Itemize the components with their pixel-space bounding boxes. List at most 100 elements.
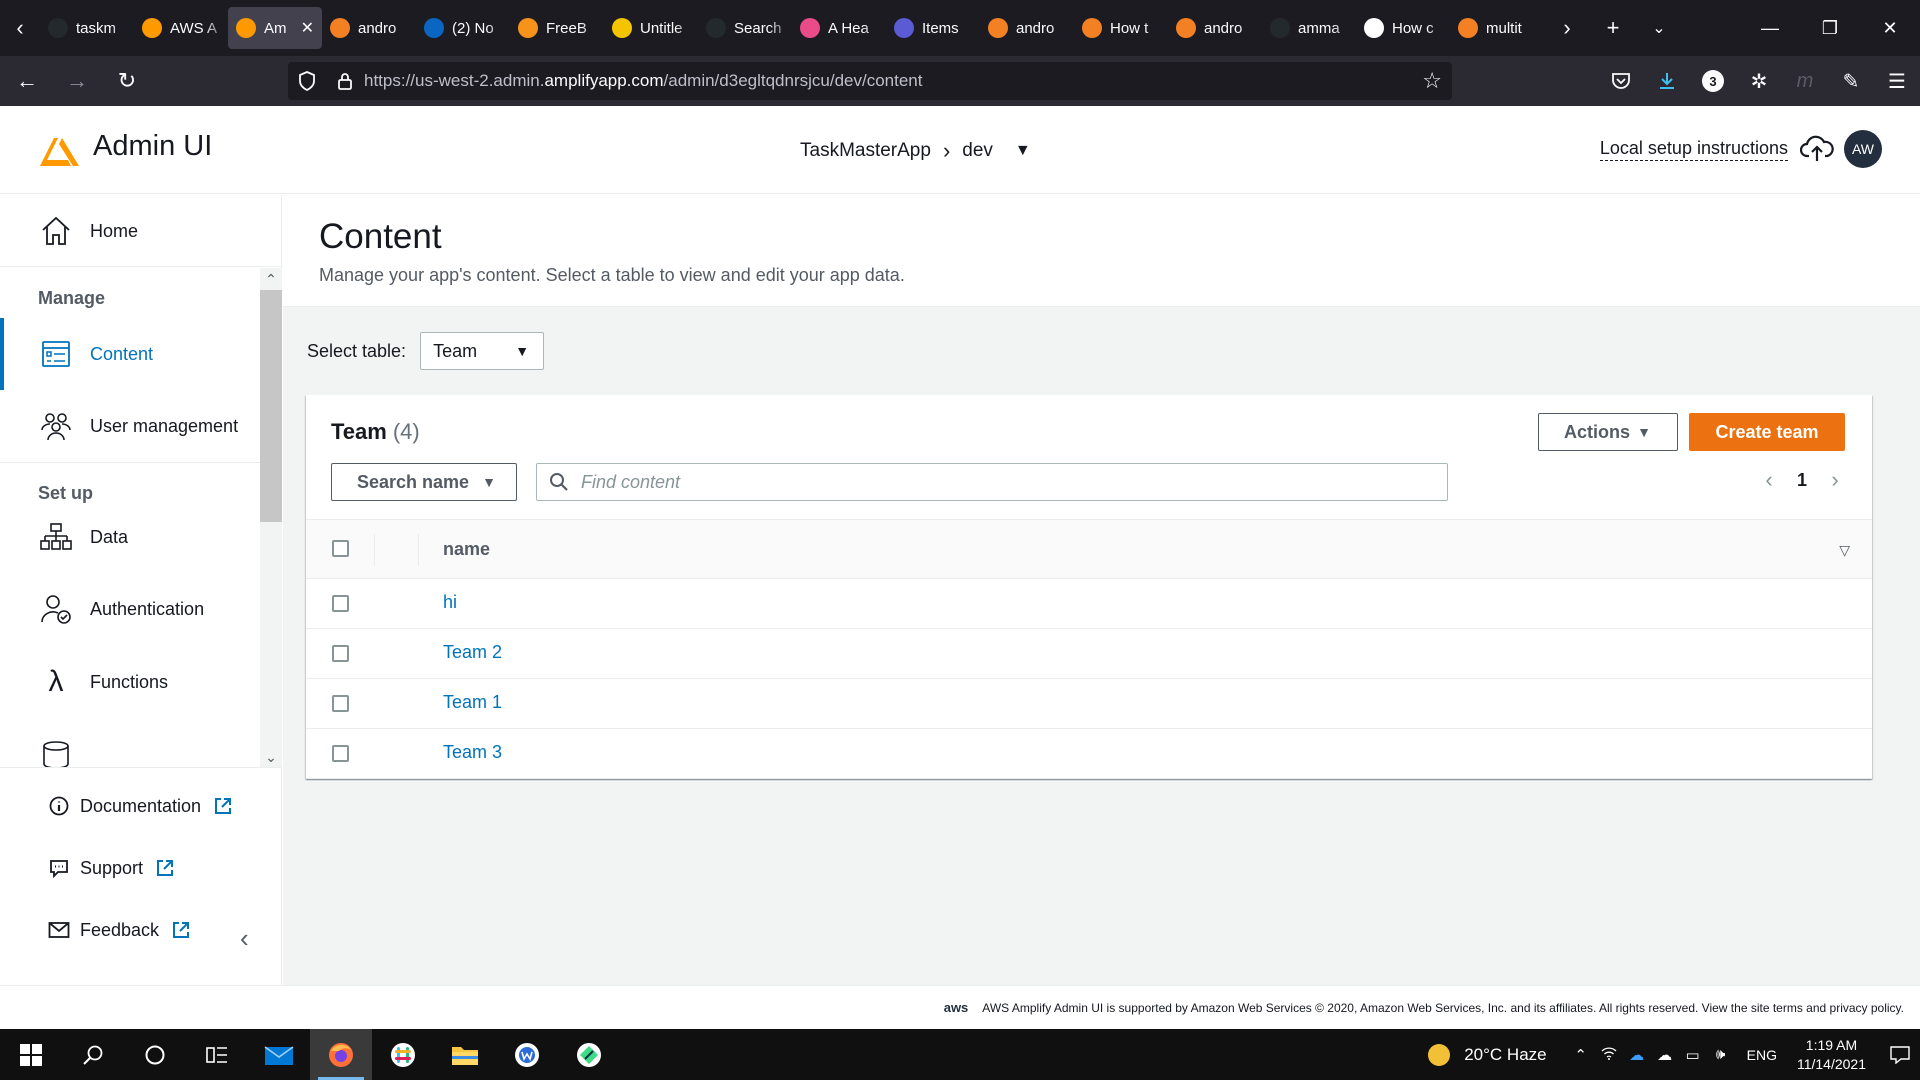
sidebar-item-authentication[interactable]: Authentication [0,580,260,638]
prev-page-icon[interactable]: ‹ [1756,467,1782,493]
sidebar-item-content[interactable]: Content [0,318,260,390]
browser-tab[interactable]: Am ✕ [228,7,322,49]
onedrive-icon[interactable]: ☁ [1623,1046,1651,1064]
close-window-icon[interactable]: ✕ [1860,0,1920,56]
app-title[interactable]: Admin UI [93,130,212,163]
next-page-icon[interactable]: › [1822,467,1848,493]
sidebar-item-functions[interactable]: λ Functions [0,653,260,711]
cortana-icon[interactable] [124,1029,186,1080]
amplify-logo-icon[interactable] [38,134,80,168]
firefox-icon[interactable] [310,1029,372,1080]
close-tab-icon[interactable]: ✕ [301,18,314,38]
support-link[interactable]: Support [48,857,175,879]
new-tab-icon[interactable]: + [1590,0,1636,56]
windows-start-icon[interactable] [0,1029,62,1080]
actions-button[interactable]: Actions ▼ [1538,413,1678,451]
browser-tab[interactable]: multit [1450,7,1544,49]
browser-tab[interactable]: Search [698,7,792,49]
avatar[interactable]: AW [1844,130,1882,168]
minimize-icon[interactable]: — [1740,0,1800,56]
back-icon[interactable]: ← [4,61,50,101]
row-checkbox[interactable] [332,695,349,712]
sidebar-item-user-management[interactable]: User management [0,397,260,455]
row-name-link[interactable]: Team 3 [443,742,502,763]
tab-scroll-left-icon[interactable]: ‹ [0,0,40,56]
restore-icon[interactable]: ❐ [1800,0,1860,56]
row-name-link[interactable]: Team 1 [443,692,502,713]
android-studio-icon[interactable] [558,1029,620,1080]
scroll-down-icon[interactable]: ⌄ [260,746,282,767]
row-name-link[interactable]: Team 2 [443,642,502,663]
browser-tab[interactable]: FreeB [510,7,604,49]
browser-tab[interactable]: andro [1168,7,1262,49]
page-number[interactable]: 1 [1782,470,1822,491]
scrollbar-thumb[interactable] [260,290,282,522]
browser-tab[interactable]: How t [1074,7,1168,49]
clock[interactable]: 1:19 AM 11/14/2021 [1797,1036,1866,1074]
browser-tab[interactable]: andro [322,7,416,49]
search-input[interactable] [581,471,1421,493]
file-explorer-icon[interactable] [434,1029,496,1080]
url-bar[interactable]: https://us-west-2.admin.amplifyapp.com/a… [288,62,1452,100]
wps-app-icon[interactable] [496,1029,558,1080]
row-checkbox[interactable] [332,645,349,662]
menu-icon[interactable]: ☰ [1874,69,1920,94]
search-name-dropdown[interactable]: Search name ▼ [331,463,517,501]
extension-badge[interactable]: 3 [1702,70,1724,92]
browser-tab[interactable]: andro [980,7,1074,49]
search-icon[interactable] [62,1029,124,1080]
mail-app-icon[interactable] [248,1029,310,1080]
browser-tab[interactable]: taskm [40,7,134,49]
wifi-icon[interactable] [1595,1046,1623,1064]
browser-tab[interactable]: How c [1356,7,1450,49]
url-text[interactable]: https://us-west-2.admin.amplifyapp.com/a… [364,71,922,91]
sidebar-item-home[interactable]: Home [0,195,282,267]
reload-icon[interactable]: ↻ [104,61,150,101]
create-team-button[interactable]: Create team [1689,413,1845,451]
extension-pen-icon[interactable]: ✎ [1828,69,1874,94]
sidebar-item-data[interactable]: Data [0,508,260,566]
volume-icon[interactable]: 🕪 [1707,1046,1735,1063]
notifications-icon[interactable] [1880,1045,1920,1064]
feedback-link[interactable]: Feedback [48,919,191,941]
browser-tab[interactable]: Untitle [604,7,698,49]
collapse-sidebar-icon[interactable]: ‹ [240,923,249,954]
sidebar-item-storage-partial[interactable] [0,726,260,767]
downloads-icon[interactable] [1644,71,1690,91]
extension-m-icon[interactable]: m [1782,70,1828,93]
weather-widget[interactable]: 20°C Haze [1428,1043,1547,1066]
scroll-up-icon[interactable]: ⌃ [260,268,282,290]
browser-tab[interactable]: (2) No [416,7,510,49]
battery-icon[interactable]: ▭ [1679,1046,1707,1064]
browser-tab[interactable]: A Hea [792,7,886,49]
table-preferences-icon[interactable]: ▽ [1839,542,1850,559]
cloud-upload-icon[interactable] [1800,134,1834,164]
breadcrumb-env[interactable]: dev [962,140,993,162]
input-language[interactable]: ENG [1747,1047,1777,1063]
forward-icon[interactable]: → [54,61,100,101]
list-all-tabs-icon[interactable]: ⌄ [1636,0,1682,56]
show-hidden-icons-icon[interactable]: ⌃ [1567,1046,1595,1064]
tracking-shield-icon[interactable] [288,71,326,91]
pocket-icon[interactable] [1598,72,1644,90]
row-checkbox[interactable] [332,745,349,762]
table-select[interactable]: Team ▼ [420,332,545,370]
browser-tab[interactable]: AWS A [134,7,228,49]
column-header-name[interactable]: name [443,539,490,560]
cloud-icon[interactable]: ☁ [1651,1046,1679,1064]
env-dropdown-icon[interactable]: ▼ [1015,142,1031,160]
extension-cookie-icon[interactable]: ✲ [1736,69,1782,94]
row-checkbox[interactable] [332,595,349,612]
sidebar-scrollbar[interactable]: ⌃ ⌄ [260,268,282,767]
browser-tab[interactable]: Items [886,7,980,49]
select-all-checkbox[interactable] [332,540,349,557]
local-setup-link[interactable]: Local setup instructions [1599,138,1788,161]
row-name-link[interactable]: hi [443,592,457,613]
breadcrumb-app[interactable]: TaskMasterApp [800,140,931,162]
lock-icon[interactable] [326,71,364,91]
browser-tab[interactable]: amma [1262,7,1356,49]
bookmark-star-icon[interactable]: ☆ [1422,68,1442,94]
tab-scroll-right-icon[interactable]: › [1544,0,1590,56]
slack-icon[interactable] [372,1029,434,1080]
documentation-link[interactable]: Documentation [48,795,233,817]
